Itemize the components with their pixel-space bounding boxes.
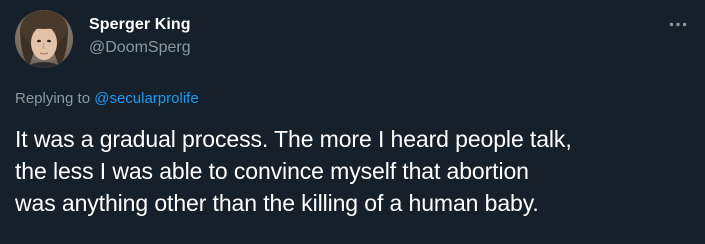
more-options-button[interactable]: [665, 14, 691, 34]
tweet-card: Sperger King @DoomSperg Replying to @sec…: [0, 0, 705, 244]
avatar-photo-icon: [15, 10, 73, 68]
more-horizontal-icon: [669, 22, 687, 26]
replying-to-label: Replying to: [15, 90, 95, 107]
user-avatar[interactable]: [15, 10, 73, 68]
tweet-text: It was a gradual process. The more I hea…: [15, 126, 572, 216]
tweet-author: Sperger King @DoomSperg: [89, 15, 191, 58]
author-handle[interactable]: @DoomSperg: [89, 38, 191, 58]
replying-to-line: Replying to @secularprolife: [15, 89, 199, 109]
reply-mention-link[interactable]: @secularprolife: [94, 90, 198, 107]
author-display-name[interactable]: Sperger King: [89, 15, 191, 35]
